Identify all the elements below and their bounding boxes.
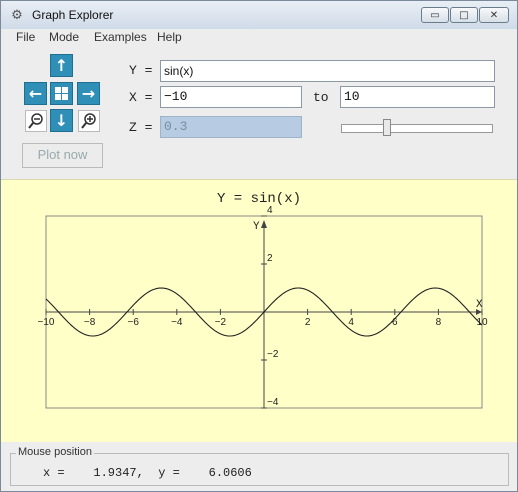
zoom-in-icon	[81, 113, 96, 129]
graph-app-icon: ⚙	[11, 8, 23, 23]
mouse-position-readout: x = 1.9347, y = 6.0606	[43, 466, 252, 480]
x-tick-label: 4	[348, 317, 354, 328]
zoom-out-icon	[28, 113, 43, 129]
menu-examples[interactable]: Examples	[94, 29, 147, 45]
y-tick-label: 2	[267, 253, 273, 264]
y-tick-label: 4	[267, 205, 273, 216]
x-from-field[interactable]: −10	[160, 86, 302, 108]
pan-down-button[interactable]: ↓	[50, 109, 73, 132]
menu-help[interactable]: Help	[157, 29, 182, 45]
x-to-field[interactable]: 10	[340, 86, 495, 108]
x-tick-label: 2	[305, 317, 311, 328]
title-bar: ⚙ Graph Explorer ▭ □ ✕	[1, 1, 517, 30]
z-slider-thumb[interactable]	[383, 119, 391, 136]
status-bar: Mouse position x = 1.9347, y = 6.0606	[1, 442, 517, 491]
control-panel: ↑ ← → ↓ Y = sin(x) X = −10 to 10 Z = 0.3…	[1, 46, 517, 179]
pan-up-button[interactable]: ↑	[50, 54, 73, 77]
x-tick-label: 8	[436, 317, 442, 328]
x-tick-label: 10	[476, 317, 488, 328]
menu-mode[interactable]: Mode	[49, 29, 79, 45]
x-tick-label: −2	[215, 317, 227, 328]
z-label: Z =	[129, 120, 153, 135]
maximize-button[interactable]: □	[450, 7, 478, 23]
menu-bar: File Mode Examples Help	[1, 29, 517, 46]
close-button[interactable]: ✕	[479, 7, 509, 23]
y-label: Y =	[129, 63, 153, 78]
window-title: Graph Explorer	[32, 8, 114, 22]
mouse-position-legend: Mouse position	[16, 446, 94, 458]
center-button[interactable]	[50, 82, 73, 105]
pan-left-button[interactable]: ←	[24, 82, 47, 105]
minimize-button[interactable]: ▭	[421, 7, 449, 23]
y-axis-arrow	[261, 220, 267, 228]
pan-right-button[interactable]: →	[77, 82, 100, 105]
x-label: X =	[129, 90, 153, 105]
x-tick-label: −10	[38, 317, 55, 328]
zoom-out-button[interactable]	[25, 110, 47, 132]
plot-now-button[interactable]: Plot now	[22, 143, 103, 168]
plot-area: Y = sin(x) X Y −10 −8 −6 −4 −2 2 4 6 8 10 4 2 −2 −4	[1, 179, 517, 442]
app-window: ⚙ Graph Explorer ▭ □ ✕ File Mode Example…	[0, 0, 518, 492]
grid-center-icon	[55, 87, 68, 100]
x-tick-label: −8	[84, 317, 96, 328]
z-field: 0.3	[160, 116, 302, 138]
y-tick-label: −4	[267, 397, 279, 408]
y-expression-field[interactable]: sin(x)	[160, 60, 495, 82]
x-tick-label: −4	[171, 317, 183, 328]
function-graph[interactable]: XY−10 −8 −6 −4 −2 2 4 6 8 1042−2−4	[1, 180, 517, 442]
x-tick-label: −6	[127, 317, 139, 328]
y-tick-label: −2	[267, 349, 279, 360]
menu-file[interactable]: File	[16, 29, 35, 45]
y-axis-label: Y	[253, 221, 260, 233]
zoom-in-button[interactable]	[78, 110, 100, 132]
to-label: to	[313, 90, 329, 105]
z-slider-track[interactable]	[341, 124, 493, 133]
